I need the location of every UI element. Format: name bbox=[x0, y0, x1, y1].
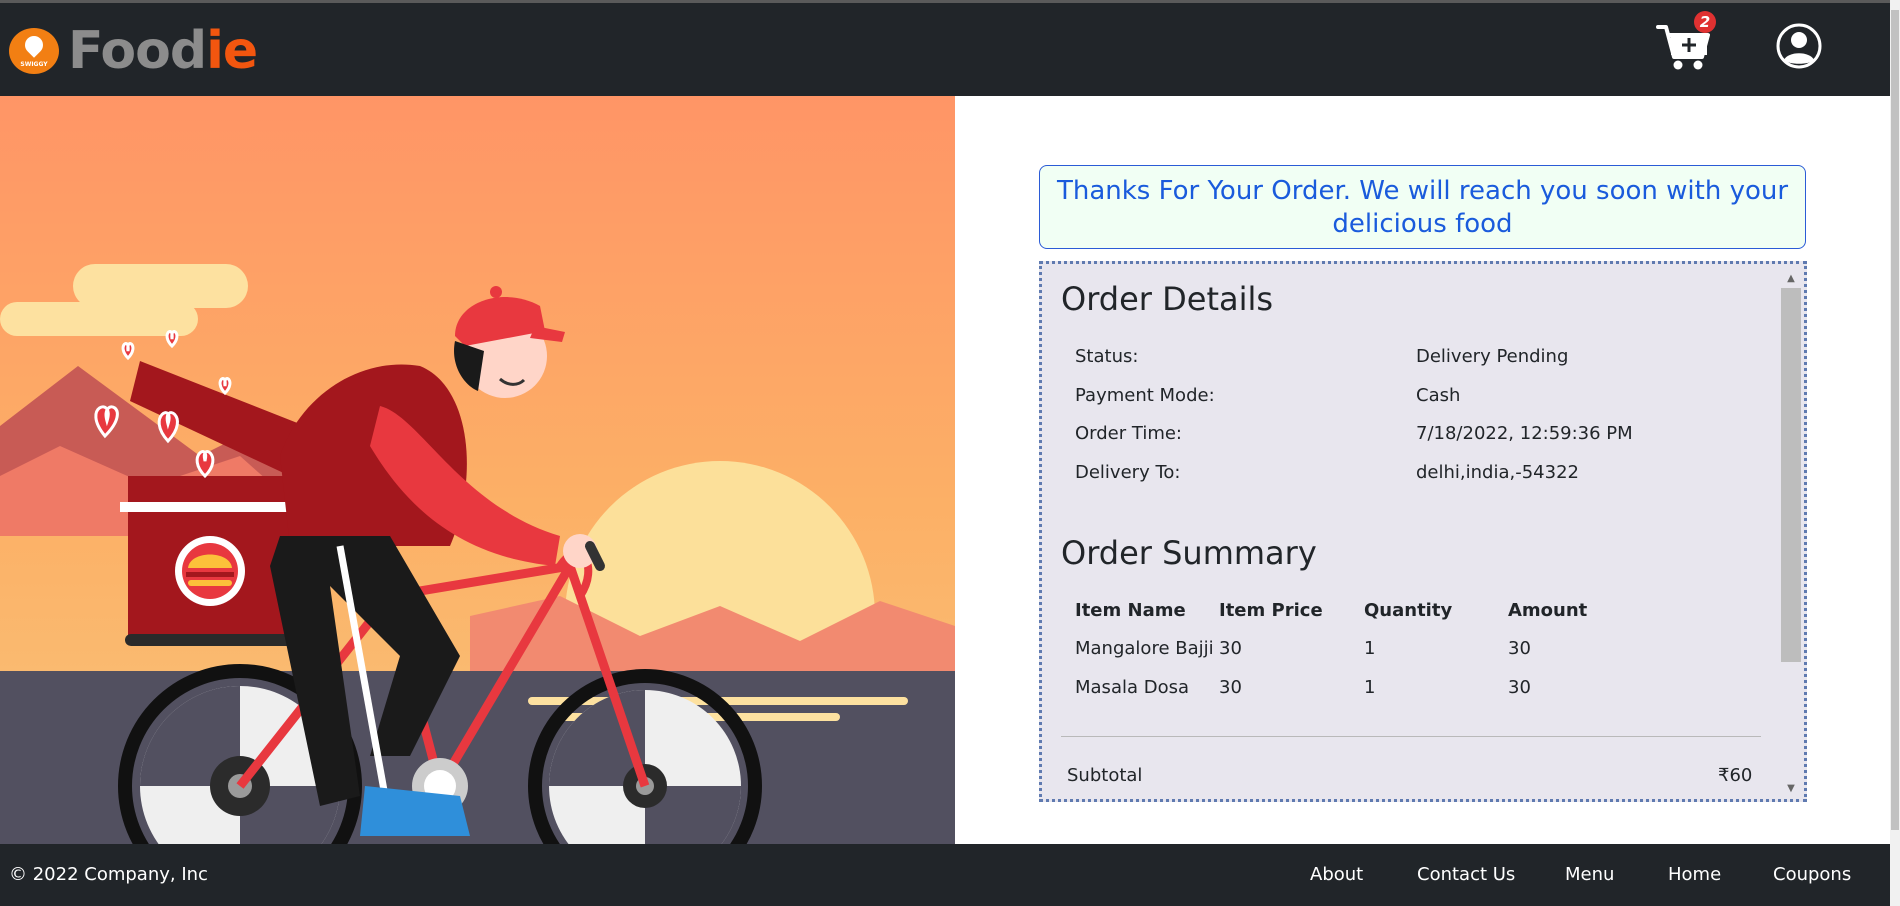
location-pin-icon bbox=[21, 32, 47, 58]
panel-scrollbar[interactable]: ▲ ▼ bbox=[1781, 272, 1801, 796]
footer: © 2022 Company, Inc About Contact Us Men… bbox=[0, 844, 1890, 906]
column-header-item-name: Item Name bbox=[1075, 600, 1186, 621]
detail-label: Payment Mode: bbox=[1075, 385, 1215, 406]
column-header-amount: Amount bbox=[1508, 600, 1588, 621]
order-summary-title: Order Summary bbox=[1061, 534, 1317, 572]
user-circle-icon[interactable] bbox=[1775, 22, 1823, 70]
cell-item-price: 30 bbox=[1219, 677, 1242, 698]
subtotal-label: Subtotal bbox=[1067, 765, 1143, 786]
footer-link-contact-us[interactable]: Contact Us bbox=[1417, 864, 1515, 885]
footer-link-home[interactable]: Home bbox=[1668, 864, 1721, 885]
brand-name-part1: Food bbox=[68, 21, 207, 81]
order-details-title: Order Details bbox=[1061, 280, 1274, 318]
panel-scrollbar-thumb[interactable] bbox=[1781, 288, 1801, 662]
page-scrollbar-thumb[interactable] bbox=[1891, 10, 1899, 830]
footer-link-menu[interactable]: Menu bbox=[1565, 864, 1614, 885]
cell-item-name: Masala Dosa bbox=[1075, 677, 1190, 698]
cart-count-badge: 2 bbox=[1694, 11, 1716, 33]
detail-value: delhi,india,-54322 bbox=[1416, 462, 1579, 483]
copyright-text: © 2022 Company, Inc bbox=[9, 864, 208, 885]
cell-quantity: 1 bbox=[1364, 677, 1376, 698]
swiggy-logo[interactable]: SWIGGY bbox=[9, 28, 59, 74]
brand-name-part2: ie bbox=[206, 21, 258, 81]
detail-label: Order Time: bbox=[1075, 423, 1182, 444]
order-details-panel[interactable]: Order Details Status: Delivery Pending P… bbox=[1039, 261, 1807, 802]
detail-value: 7/18/2022, 12:59:36 PM bbox=[1416, 423, 1633, 444]
scroll-up-arrow-icon[interactable]: ▲ bbox=[1781, 272, 1801, 286]
cell-amount: 30 bbox=[1508, 677, 1531, 698]
detail-value: Delivery Pending bbox=[1416, 346, 1569, 367]
footer-link-coupons[interactable]: Coupons bbox=[1773, 864, 1851, 885]
column-header-quantity: Quantity bbox=[1364, 600, 1453, 621]
detail-label: Delivery To: bbox=[1075, 462, 1181, 483]
navbar: SWIGGY Foodie 2 bbox=[0, 0, 1890, 96]
detail-value: Cash bbox=[1416, 385, 1461, 406]
order-success-message: Thanks For Your Order. We will reach you… bbox=[1039, 165, 1806, 249]
delivery-illustration bbox=[0, 96, 955, 844]
footer-link-about[interactable]: About bbox=[1310, 864, 1363, 885]
detail-label: Status: bbox=[1075, 346, 1139, 367]
column-header-item-price: Item Price bbox=[1219, 600, 1323, 621]
cell-quantity: 1 bbox=[1364, 638, 1376, 659]
cell-amount: 30 bbox=[1508, 638, 1531, 659]
scroll-down-arrow-icon[interactable]: ▼ bbox=[1781, 782, 1801, 796]
brand-name[interactable]: Foodie bbox=[68, 19, 258, 83]
page-scrollbar[interactable] bbox=[1890, 0, 1900, 906]
cell-item-name: Mangalore Bajji bbox=[1075, 638, 1214, 659]
summary-divider bbox=[1061, 736, 1761, 737]
cell-item-price: 30 bbox=[1219, 638, 1242, 659]
logo-text: SWIGGY bbox=[20, 61, 48, 68]
subtotal-value: ₹60 bbox=[1718, 765, 1753, 786]
